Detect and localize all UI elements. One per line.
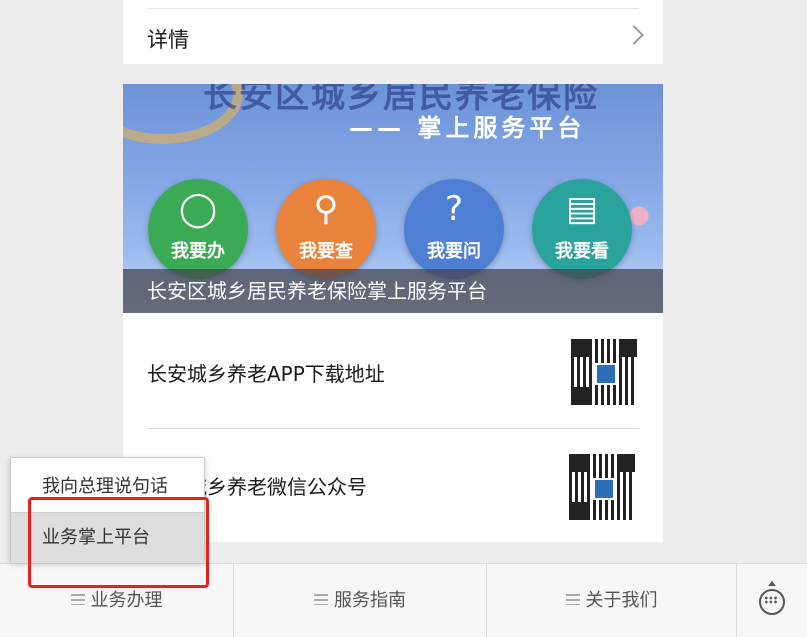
keyboard-icon — [768, 581, 776, 586]
banner-button-view[interactable]: ▤ 我要看 — [532, 179, 632, 279]
banner-button-label: 我要查 — [299, 241, 353, 262]
banner-button-query[interactable]: ⚲ 我要查 — [276, 179, 376, 279]
chevron-right-icon — [624, 25, 644, 45]
detail-label: 详情 — [147, 28, 189, 52]
tab-label: 业务办理 — [90, 590, 163, 611]
banner-caption: 长安区城乡居民养老保险掌上服务平台 — [123, 269, 663, 313]
detail-card[interactable]: 详情 — [123, 0, 663, 64]
banner-button-ask[interactable]: ? 我要问 — [404, 179, 504, 279]
list-item-app-download[interactable]: 长安城乡养老APP下载地址 — [147, 313, 639, 428]
tab-label: 关于我们 — [585, 590, 658, 611]
keyboard-toggle-button[interactable] — [737, 564, 807, 637]
qr-code-icon — [569, 337, 639, 407]
menu-icon — [314, 593, 328, 605]
menu-icon — [565, 593, 580, 605]
divider — [147, 8, 639, 9]
list-item-wechat-account[interactable]: 长安城乡养老微信公众号 — [147, 429, 639, 544]
document-icon: ▤ — [565, 189, 599, 229]
tab-about-us[interactable]: 关于我们 — [487, 564, 737, 637]
banner-subtitle: —— 掌上服务平台 — [349, 114, 586, 142]
menu-icon — [70, 593, 85, 605]
banner-button-label: 我要问 — [427, 241, 481, 262]
banner-button-apply[interactable]: ◯ 我要办 — [148, 179, 248, 279]
tab-service-guide[interactable]: 服务指南 — [234, 564, 487, 637]
banner-button-label: 我要看 — [555, 241, 609, 262]
banner-image[interactable]: 长安区城乡居民养老保险 —— 掌上服务平台 ◯ 我要办 ⚲ 我要查 ? 我要问 … — [123, 84, 663, 313]
keyboard-icon-keys — [764, 596, 778, 604]
tab-label: 服务指南 — [334, 590, 406, 611]
annotation-highlight-box — [28, 497, 209, 588]
person-icon: ◯ — [178, 189, 218, 229]
banner-button-label: 我要办 — [171, 241, 225, 262]
qr-code-icon — [567, 452, 637, 522]
search-icon: ⚲ — [313, 189, 339, 229]
question-icon: ? — [444, 189, 464, 229]
list-item-label: 长安城乡养老APP下载地址 — [147, 362, 385, 386]
